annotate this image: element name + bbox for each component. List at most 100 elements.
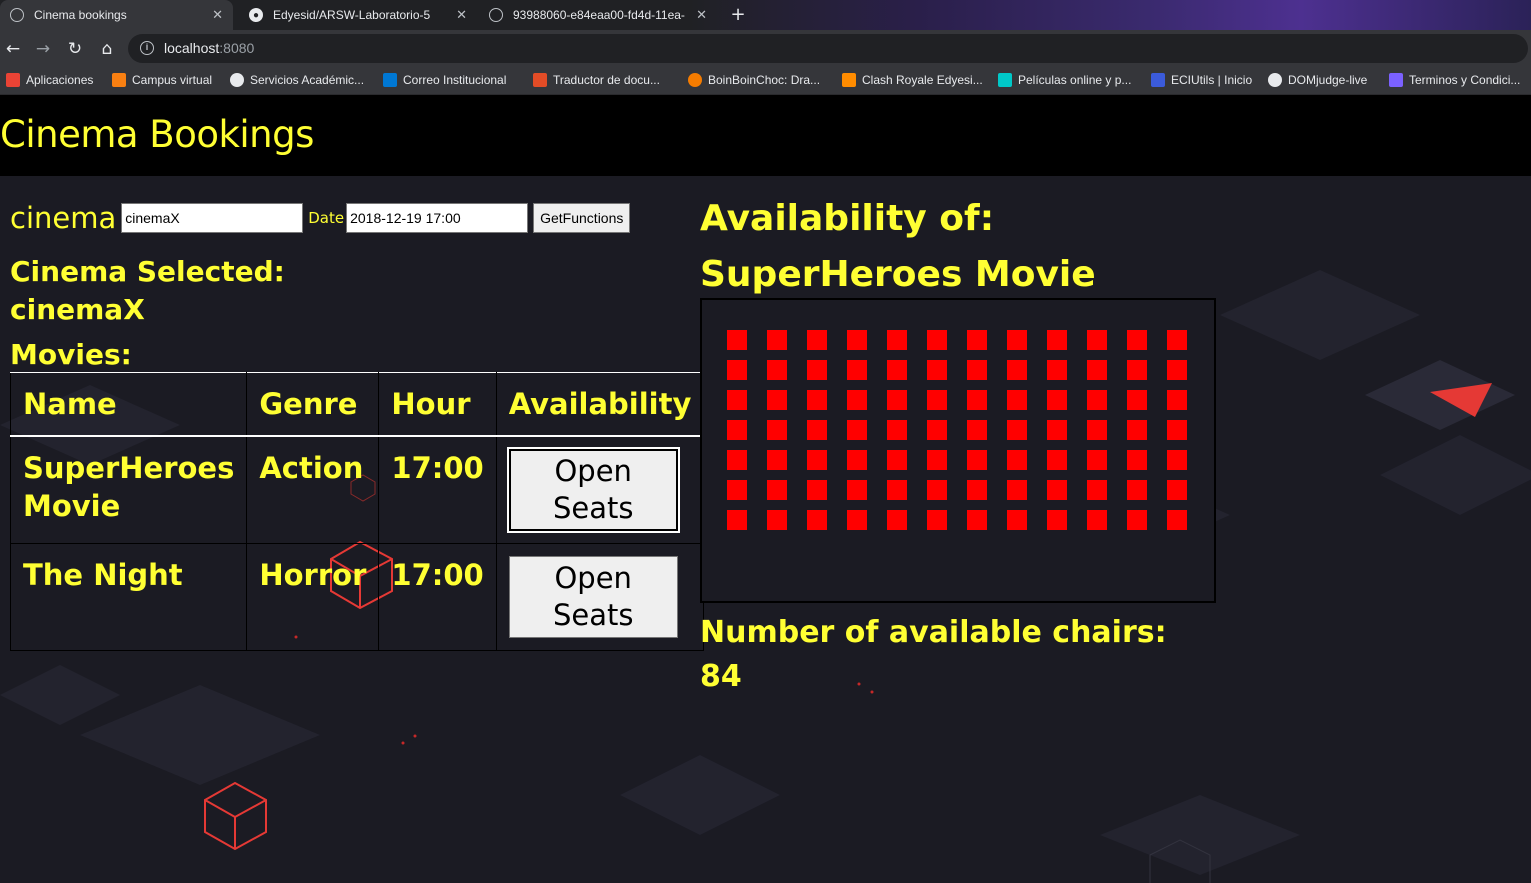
back-arrow-icon[interactable]: ←: [2, 38, 24, 60]
seat[interactable]: [1007, 510, 1027, 530]
seat[interactable]: [1127, 330, 1147, 350]
seat[interactable]: [807, 510, 827, 530]
seat[interactable]: [807, 390, 827, 410]
seat[interactable]: [967, 420, 987, 440]
seat[interactable]: [1167, 480, 1187, 500]
bookmark-item[interactable]: Películas online y p...: [998, 73, 1131, 87]
seat[interactable]: [927, 450, 947, 470]
seat[interactable]: [1007, 420, 1027, 440]
seats-canvas[interactable]: [700, 298, 1216, 603]
seat[interactable]: [847, 480, 867, 500]
seat[interactable]: [847, 510, 867, 530]
seat[interactable]: [967, 330, 987, 350]
seat[interactable]: [807, 360, 827, 380]
site-info-icon[interactable]: i: [140, 41, 154, 55]
seat[interactable]: [887, 450, 907, 470]
get-functions-button[interactable]: GetFunctions: [533, 203, 631, 233]
seat[interactable]: [1167, 360, 1187, 380]
seat[interactable]: [727, 420, 747, 440]
bookmark-item[interactable]: Aplicaciones: [6, 73, 93, 87]
seat[interactable]: [1007, 450, 1027, 470]
seat[interactable]: [807, 480, 827, 500]
seat[interactable]: [1167, 330, 1187, 350]
seat[interactable]: [1127, 510, 1147, 530]
bookmark-item[interactable]: Campus virtual: [112, 73, 212, 87]
seat[interactable]: [967, 450, 987, 470]
seat[interactable]: [967, 360, 987, 380]
seat[interactable]: [1087, 450, 1107, 470]
seat[interactable]: [1087, 330, 1107, 350]
seat[interactable]: [847, 450, 867, 470]
seat[interactable]: [807, 330, 827, 350]
seat[interactable]: [967, 480, 987, 500]
seat[interactable]: [887, 420, 907, 440]
seat[interactable]: [1087, 480, 1107, 500]
seat[interactable]: [847, 390, 867, 410]
seat[interactable]: [927, 360, 947, 380]
close-tab-icon[interactable]: ✕: [696, 7, 707, 23]
forward-arrow-icon[interactable]: →: [32, 38, 54, 60]
seat[interactable]: [1127, 480, 1147, 500]
seat[interactable]: [727, 510, 747, 530]
seat[interactable]: [1087, 390, 1107, 410]
seat[interactable]: [927, 420, 947, 440]
seat[interactable]: [1127, 390, 1147, 410]
seat[interactable]: [1007, 360, 1027, 380]
seat[interactable]: [967, 390, 987, 410]
seat[interactable]: [807, 420, 827, 440]
seat[interactable]: [967, 510, 987, 530]
seat[interactable]: [1167, 510, 1187, 530]
seat[interactable]: [927, 510, 947, 530]
open-seats-button[interactable]: Open Seats: [506, 446, 680, 533]
seat[interactable]: [847, 420, 867, 440]
bookmark-item[interactable]: DOMjudge-live: [1268, 73, 1367, 87]
seat[interactable]: [767, 510, 787, 530]
seat[interactable]: [1047, 360, 1067, 380]
seat[interactable]: [887, 480, 907, 500]
seat[interactable]: [727, 450, 747, 470]
seat[interactable]: [727, 330, 747, 350]
seat[interactable]: [927, 390, 947, 410]
seat[interactable]: [767, 360, 787, 380]
seat[interactable]: [1087, 420, 1107, 440]
seat[interactable]: [767, 450, 787, 470]
seat[interactable]: [1087, 360, 1107, 380]
close-tab-icon[interactable]: ✕: [456, 7, 467, 23]
seat[interactable]: [1007, 330, 1027, 350]
seat[interactable]: [1047, 420, 1067, 440]
seat[interactable]: [1047, 450, 1067, 470]
seat[interactable]: [1087, 510, 1107, 530]
seat[interactable]: [727, 480, 747, 500]
reload-icon[interactable]: ↻: [64, 38, 86, 60]
bookmark-item[interactable]: Traductor de docu...: [533, 73, 660, 87]
tab-github-repo[interactable]: ● Edyesid/ARSW-Laboratorio-5 ✕: [239, 0, 477, 30]
bookmark-item[interactable]: BoinBoinChoc: Dra...: [688, 73, 820, 87]
close-tab-icon[interactable]: ✕: [212, 7, 223, 23]
seat[interactable]: [727, 390, 747, 410]
seat[interactable]: [1167, 390, 1187, 410]
seat[interactable]: [727, 360, 747, 380]
seat[interactable]: [927, 330, 947, 350]
cinema-input[interactable]: [121, 203, 304, 233]
bookmark-item[interactable]: ECIUtils | Inicio: [1151, 73, 1252, 87]
open-seats-button[interactable]: Open Seats: [508, 555, 678, 638]
seat[interactable]: [767, 330, 787, 350]
seat[interactable]: [927, 480, 947, 500]
bookmark-item[interactable]: Servicios Académic...: [230, 73, 364, 87]
seat[interactable]: [887, 390, 907, 410]
tab-cinema-bookings[interactable]: Cinema bookings ✕: [0, 0, 233, 30]
seat[interactable]: [1127, 450, 1147, 470]
seat[interactable]: [847, 360, 867, 380]
url-omnibox[interactable]: i localhost:8080: [128, 34, 1528, 63]
seat[interactable]: [1047, 390, 1067, 410]
bookmark-item[interactable]: Correo Institucional: [383, 73, 506, 87]
date-input[interactable]: [346, 203, 529, 233]
seat[interactable]: [1167, 420, 1187, 440]
seat[interactable]: [1167, 450, 1187, 470]
seat[interactable]: [1007, 480, 1027, 500]
seat[interactable]: [1047, 480, 1067, 500]
seat[interactable]: [767, 420, 787, 440]
seat[interactable]: [1047, 510, 1067, 530]
tab-image[interactable]: 93988060-e84eaa00-fd4d-11ea- ✕: [479, 0, 717, 30]
seat[interactable]: [847, 330, 867, 350]
